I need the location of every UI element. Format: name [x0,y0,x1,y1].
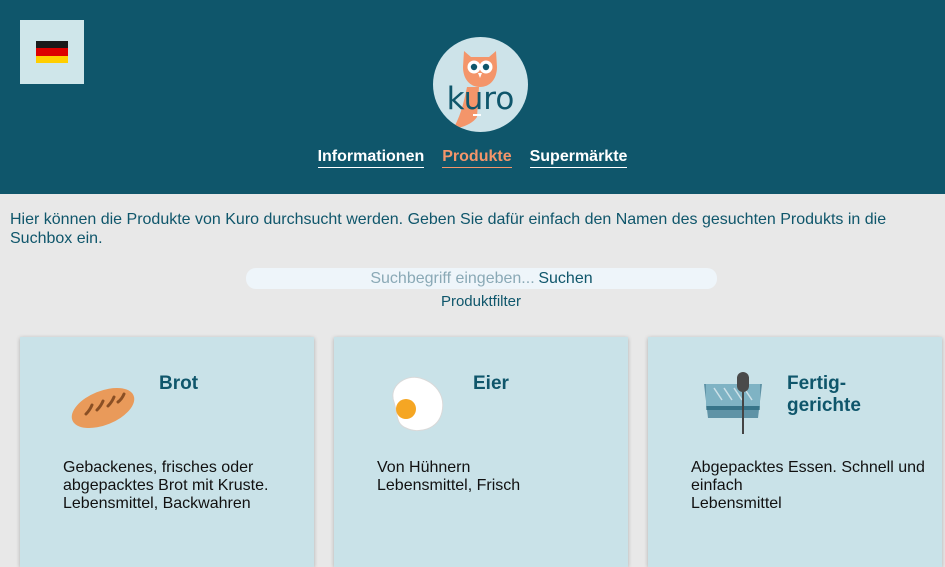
main-nav: Informationen Produkte Supermärkte [0,148,945,168]
card-description-text: Gebackenes, frisches oder abgepacktes Br… [63,459,269,494]
ready-meal-icon [704,372,762,434]
kuro-logo[interactable]: kuro [433,37,528,132]
card-tags: Lebensmittel [691,495,782,512]
logo-text: kuro [446,81,515,117]
nav-informationen[interactable]: Informationen [317,148,425,168]
product-card-brot[interactable]: Brot Gebackenes, frisches oder abgepackt… [20,337,314,567]
card-tags: Lebensmittel, Backwahren [63,495,251,512]
intro-text: Hier können die Produkte von Kuro durchs… [10,211,887,247]
card-description: Gebackenes, frisches oder abgepacktes Br… [63,459,303,513]
nav-supermaerkte[interactable]: Supermärkte [529,148,628,168]
search-button[interactable]: Suchen [538,270,592,288]
product-card-fertiggerichte[interactable]: Fertig- gerichte Abgepacktes Essen. Schn… [648,337,942,567]
product-filter-link[interactable]: Produktfilter [0,293,945,310]
bread-icon [71,387,135,429]
card-title: Fertig- gerichte [787,373,861,416]
product-card-eier[interactable]: Eier Von Hühnern Lebensmittel, Frisch [334,337,628,567]
card-description: Von Hühnern Lebensmittel, Frisch [377,459,617,495]
language-selector-button[interactable] [20,20,84,84]
header: kuro Informationen Produkte Supermärkte [0,0,945,194]
card-description-text: Abgepacktes Essen. Schnell und einfach [691,459,925,494]
search-bar: Suchen [246,268,717,289]
card-tags: Lebensmittel, Frisch [377,477,521,494]
search-input[interactable] [370,269,539,288]
card-title: Eier [473,373,509,394]
fried-egg-icon [392,376,444,432]
card-title: Brot [159,373,199,394]
card-description: Abgepacktes Essen. Schnell und einfach L… [691,459,931,513]
german-flag-icon [36,41,68,63]
nav-produkte[interactable]: Produkte [442,148,512,168]
card-description-text: Von Hühnern [377,459,471,476]
